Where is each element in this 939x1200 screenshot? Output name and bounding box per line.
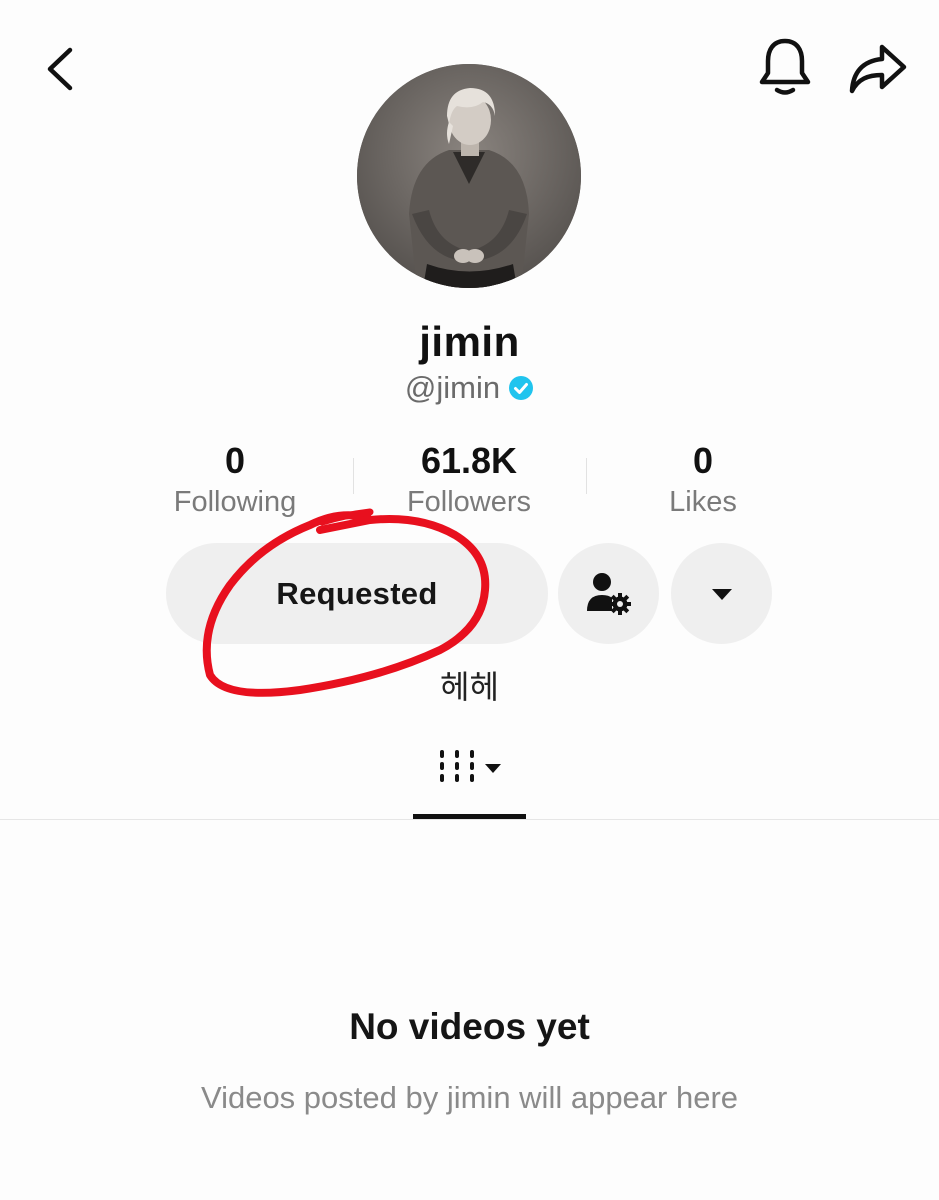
handle-row: @jimin bbox=[0, 370, 939, 406]
empty-state-title: No videos yet bbox=[349, 1006, 590, 1047]
tab-videos[interactable] bbox=[413, 742, 526, 818]
grid-menu-icon bbox=[439, 750, 501, 782]
verified-badge-icon bbox=[509, 376, 534, 400]
more-options-button[interactable] bbox=[671, 543, 772, 644]
back-button[interactable] bbox=[25, 34, 95, 104]
followers-count: 61.8K bbox=[420, 440, 518, 481]
caret-down-icon bbox=[711, 588, 732, 600]
stat-divider bbox=[353, 458, 354, 494]
chevron-left-icon bbox=[47, 47, 73, 91]
empty-state-subtitle: Videos posted by jimin will appear here bbox=[200, 1080, 739, 1115]
share-arrow-icon bbox=[849, 44, 907, 94]
bio-text: 헤헤 bbox=[440, 669, 499, 705]
followers-label: Followers bbox=[406, 486, 532, 518]
share-button[interactable] bbox=[843, 34, 913, 104]
likes-label: Likes bbox=[669, 486, 737, 518]
notification-button[interactable] bbox=[750, 32, 820, 102]
friend-settings-button[interactable] bbox=[558, 543, 659, 644]
display-name: jimin bbox=[419, 318, 520, 365]
avatar[interactable] bbox=[357, 64, 581, 288]
stat-likes[interactable]: 0 Likes bbox=[603, 440, 803, 522]
likes-count: 0 bbox=[692, 440, 714, 481]
following-label: Following bbox=[173, 486, 297, 518]
requested-button[interactable]: Requested bbox=[166, 543, 548, 644]
person-gear-icon bbox=[586, 572, 631, 615]
bell-icon bbox=[759, 38, 811, 95]
profile-photo bbox=[357, 64, 581, 288]
following-count: 0 bbox=[224, 440, 246, 481]
stat-followers[interactable]: 61.8K Followers bbox=[369, 440, 569, 522]
stat-following[interactable]: 0 Following bbox=[135, 440, 335, 522]
tab-divider bbox=[0, 819, 939, 820]
stat-divider bbox=[586, 458, 587, 494]
username-handle: @jimin bbox=[404, 370, 501, 405]
